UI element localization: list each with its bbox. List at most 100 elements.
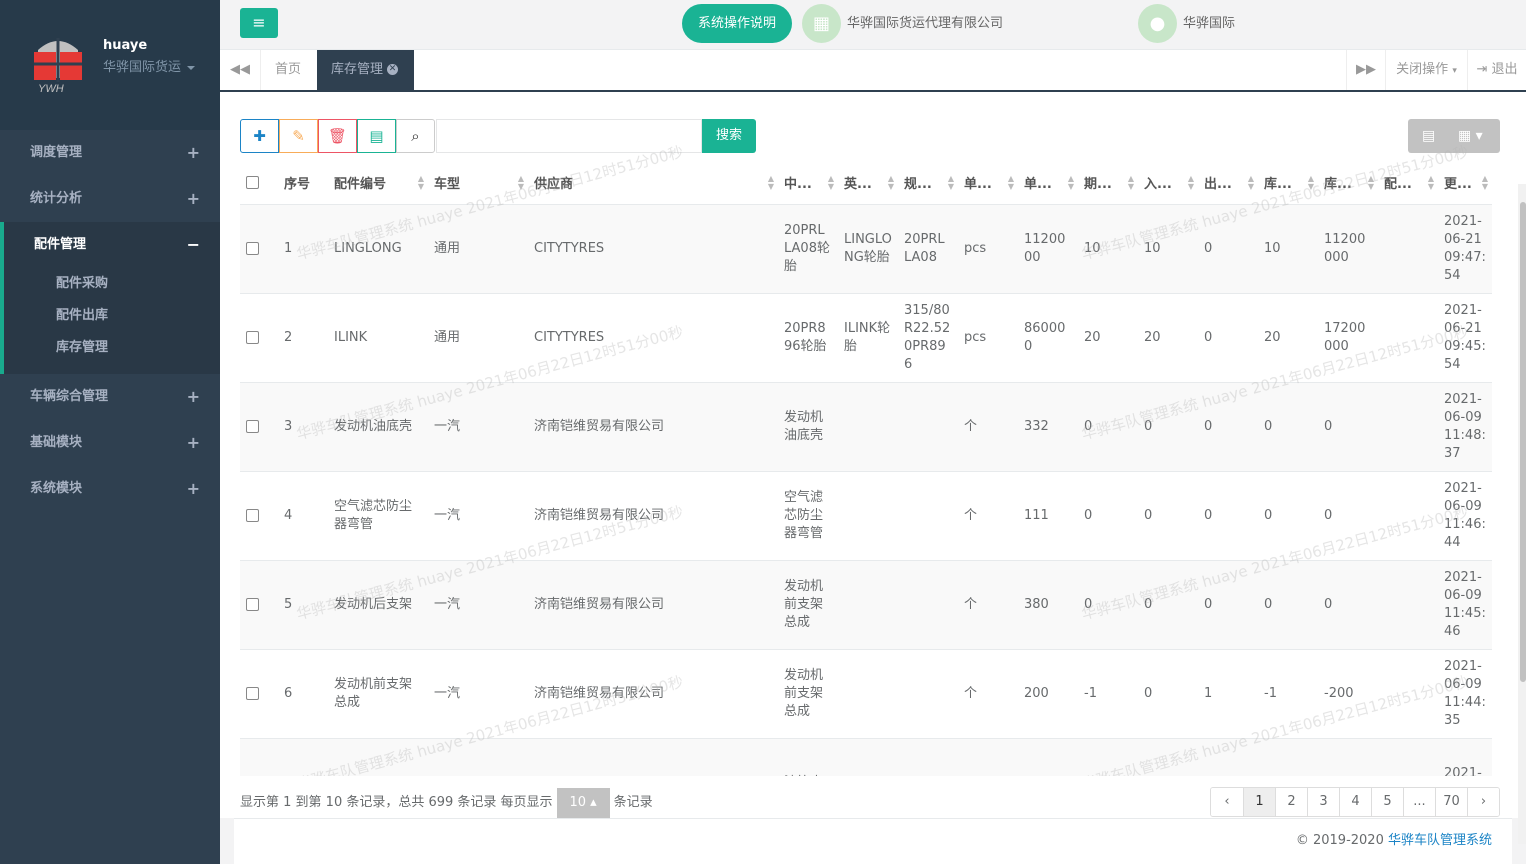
scrollbar-thumb[interactable] — [1520, 202, 1526, 682]
table-row[interactable]: 1 LINGLONG 通用 CITYTYRES 20PRLLA08轮胎 LINGLONG轮… — [240, 203, 1492, 293]
table-row[interactable]: 5 发动机后支架 一汽 济南铠维贸易有限公司 发动机前支架总成个 380 0 0 0 0 0 2021… — [240, 559, 1492, 649]
page-button[interactable]: ... — [1403, 788, 1435, 816]
nav-sub-inventory[interactable]: 库存管理 — [4, 332, 220, 364]
table-cell — [1078, 737, 1138, 776]
page-button[interactable]: 3 — [1307, 788, 1339, 816]
tabs-scroll-right-button[interactable]: ▶▶ — [1346, 50, 1386, 90]
page-button[interactable]: 1 — [1243, 788, 1275, 816]
col-header-sortable[interactable]: 配... ▲ ▼ — [1378, 162, 1438, 205]
tab-home[interactable]: 首页 — [261, 50, 315, 90]
page-button[interactable]: 70 — [1435, 788, 1467, 816]
page-button[interactable]: ‹ — [1211, 788, 1243, 816]
row-checkbox[interactable] — [246, 330, 259, 344]
col-header-sortable[interactable]: 单... ▲ ▼ — [958, 162, 1018, 205]
table-cell: 17200000 — [1318, 292, 1378, 382]
table-row[interactable]: 7 油箱支 2021-06-09 — [240, 737, 1492, 776]
row-checkbox[interactable] — [246, 597, 259, 611]
tabs-scroll-left-button[interactable]: ◀◀ — [220, 50, 261, 90]
table-cell: 20PRLLA08 — [898, 203, 958, 293]
nav-parts[interactable]: 配件管理 − — [4, 222, 220, 268]
row-select-cell[interactable] — [240, 559, 278, 649]
sort-icon: ▲ ▼ — [1481, 174, 1488, 191]
table-cell: 2021-06-09 11:46:44 — [1438, 470, 1492, 560]
table-cell: 通用 — [428, 203, 528, 293]
table-cell: 通用 — [428, 292, 528, 382]
col-header-label: 英... — [844, 177, 872, 193]
page-button[interactable]: 4 — [1339, 788, 1371, 816]
row-select-cell[interactable] — [240, 381, 278, 471]
table-cell: ILINK — [328, 292, 428, 382]
row-select-cell[interactable] — [240, 203, 278, 293]
nav-system[interactable]: 系统模块 + — [0, 466, 220, 512]
table-cell: 2021-06-09 11:48:37 — [1438, 381, 1492, 471]
row-select-cell[interactable] — [240, 292, 278, 382]
page-button[interactable]: 5 — [1371, 788, 1403, 816]
row-checkbox[interactable] — [246, 508, 259, 522]
close-tab-icon[interactable]: ✕ — [387, 64, 399, 75]
nav-parts-group: 配件管理 − 配件采购 配件出库 库存管理 — [0, 222, 220, 374]
page-size-dropdown[interactable]: 10 ▴ — [556, 788, 610, 818]
select-all-checkbox[interactable] — [246, 176, 259, 190]
sort-icon: ▲ ▼ — [1247, 174, 1254, 191]
col-header-sortable[interactable]: 期... ▲ ▼ — [1078, 162, 1138, 205]
table-cell: 20 — [1258, 292, 1318, 382]
table-cell: 0 — [1138, 381, 1198, 471]
col-header-sortable[interactable]: 车型 ▲ ▼ — [428, 162, 528, 205]
sort-icon: ▲ ▼ — [1067, 174, 1074, 191]
table-cell: 0 — [1138, 470, 1198, 560]
col-header-sortable[interactable]: 规... ▲ ▼ — [898, 162, 958, 205]
col-header-sortable[interactable]: 库... ▲ ▼ — [1258, 162, 1318, 205]
plus-icon: + — [186, 433, 200, 452]
page-button[interactable]: 2 — [1275, 788, 1307, 816]
col-header-sortable[interactable]: 库... ▲ ▼ — [1318, 162, 1378, 205]
table-row[interactable]: 6 发动机前支架总成 一汽 济南铠维贸易有限公司 发动机前支架总成个 200 -1 0 1 -1-… — [240, 648, 1492, 738]
page-button[interactable]: › — [1467, 788, 1499, 816]
nav-label: 调度管理 — [30, 145, 83, 160]
nav-sub-parts-purchase[interactable]: 配件采购 — [4, 268, 220, 300]
col-header-sortable[interactable]: 入... ▲ ▼ — [1138, 162, 1198, 205]
nav-base[interactable]: 基础模块 + — [0, 420, 220, 466]
table-row[interactable]: 3 发动机油底壳 一汽 济南铠维贸易有限公司 发动机油底壳个 332 0 0 0 0 0 2021-0… — [240, 381, 1492, 471]
col-header-sortable[interactable]: 出... ▲ ▼ — [1198, 162, 1258, 205]
help-button[interactable]: 系统操作说明 — [682, 4, 792, 43]
org-short[interactable]: ● 华骅国际 — [1138, 4, 1235, 43]
logout-button[interactable]: ⇥ 退出 — [1468, 50, 1526, 90]
row-checkbox[interactable] — [246, 686, 259, 700]
col-header-sortable[interactable]: 单... ▲ ▼ — [1018, 162, 1078, 205]
row-select-cell[interactable] — [240, 648, 278, 738]
menu-toggle-button[interactable]: ≡ — [240, 8, 278, 38]
close-ops-dropdown[interactable]: 关闭操作 ▾ — [1386, 50, 1468, 90]
table-cell — [898, 559, 958, 649]
table-cell: 发动机油底壳 — [778, 381, 838, 471]
profile-area: YWH huaye 华骅国际货运 — [0, 0, 220, 130]
row-select-cell[interactable] — [240, 470, 278, 560]
user-company-dropdown[interactable]: 华骅国际货运 — [103, 56, 196, 75]
table-cell — [898, 648, 958, 738]
nav-statistics[interactable]: 统计分析 + — [0, 176, 220, 222]
table-cell — [1258, 737, 1318, 776]
nav-sub-parts-outbound[interactable]: 配件出库 — [4, 300, 220, 332]
table-cell — [1198, 737, 1258, 776]
table-row[interactable]: 4 空气滤芯防尘器弯管 一汽 济南铠维贸易有限公司 空气滤芯防尘器弯管个 111 0 0 0 0 0… — [240, 470, 1492, 560]
col-header-sortable[interactable]: 配件编号 ▲ ▼ — [328, 162, 428, 205]
col-header-sortable[interactable]: 英... ▲ ▼ — [838, 162, 898, 205]
nav-vehicle[interactable]: 车辆综合管理 + — [0, 374, 220, 420]
col-header-label: 配件编号 — [334, 177, 387, 193]
nav-dispatch[interactable]: 调度管理 + — [0, 130, 220, 176]
table-cell — [1378, 648, 1438, 738]
plus-icon: + — [186, 189, 200, 208]
table-row[interactable]: 2 ILINK 通用 CITYTYRES 20PR896轮胎 ILINK轮胎 315/80R… — [240, 292, 1492, 382]
select-all-cell[interactable] — [240, 162, 278, 205]
col-header-sortable[interactable]: 中... ▲ ▼ — [778, 162, 838, 205]
row-checkbox[interactable] — [246, 419, 259, 433]
col-header-sortable[interactable]: 更... ▲ ▼ — [1438, 162, 1492, 205]
row-select-cell[interactable] — [240, 737, 278, 776]
system-name-link[interactable]: 华骅车队管理系统 — [1388, 833, 1492, 848]
row-checkbox[interactable] — [246, 241, 259, 255]
tab-inventory[interactable]: 库存管理 ✕ — [317, 50, 414, 90]
sort-icon: ▲ ▼ — [1427, 174, 1434, 191]
table-cell: 0 — [1198, 470, 1258, 560]
org-company[interactable]: ▦ 华骅国际货运代理有限公司 — [802, 4, 1003, 43]
table-cell: 0 — [1318, 470, 1378, 560]
col-header-sortable[interactable]: 供应商 ▲ ▼ — [528, 162, 778, 205]
